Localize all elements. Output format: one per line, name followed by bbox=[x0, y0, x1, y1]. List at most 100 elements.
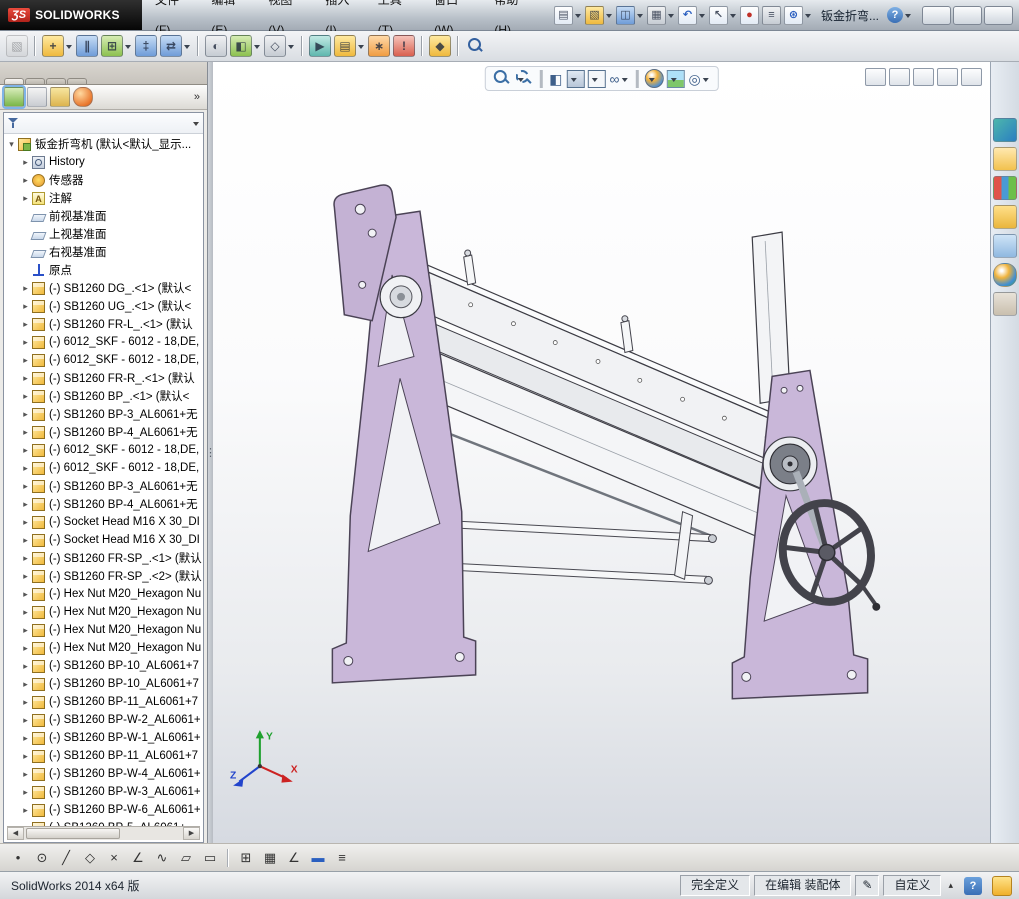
linear-component-pattern-button[interactable]: ⊞ bbox=[100, 34, 133, 58]
tree-item[interactable]: (-) 6012_SKF - 6012 - 18,DE, bbox=[4, 333, 203, 351]
reference-geometry-button[interactable]: ◇ bbox=[263, 34, 296, 58]
bill-of-materials-button[interactable]: ▤ bbox=[333, 34, 366, 58]
statusbar-expand-button[interactable]: ▴ bbox=[945, 880, 956, 891]
linear-sketch-pattern-button[interactable]: ⊞ bbox=[235, 848, 257, 868]
assembly-features-button[interactable]: ◧ bbox=[229, 34, 262, 58]
tree-filter-dropdown[interactable] bbox=[4, 113, 203, 134]
view-settings-button[interactable]: ◎ bbox=[688, 71, 711, 87]
propertymanager-tab[interactable] bbox=[27, 87, 47, 107]
tree-item[interactable]: History bbox=[4, 153, 203, 171]
spline-tool-button[interactable]: ∿ bbox=[151, 848, 173, 868]
trim-entities-button[interactable]: × bbox=[103, 848, 125, 868]
split-pane-button[interactable] bbox=[865, 68, 886, 86]
quick-tip-icon[interactable] bbox=[992, 876, 1012, 896]
configurationmanager-tab[interactable] bbox=[50, 87, 70, 107]
chevron-down-icon[interactable] bbox=[253, 42, 261, 50]
expander-icon[interactable] bbox=[20, 351, 31, 369]
help-icon[interactable]: ? bbox=[887, 7, 903, 23]
chevron-down-icon[interactable] bbox=[702, 75, 710, 83]
tree-item[interactable]: (-) SB1260 FR-L_.<1> (默认 bbox=[4, 315, 203, 333]
tree-item[interactable]: 注解 bbox=[4, 189, 203, 207]
tree-item[interactable]: 传感器 bbox=[4, 171, 203, 189]
tree-item[interactable]: (-) SB1260 BP-11_AL6061+7 bbox=[4, 747, 203, 765]
tree-item[interactable]: (-) Hex Nut M20_Hexagon Nu bbox=[4, 585, 203, 603]
tree-item[interactable]: (-) SB1260 FR-R_.<1> (默认 bbox=[4, 369, 203, 387]
tab-evaluate[interactable] bbox=[67, 78, 87, 84]
close-button[interactable] bbox=[984, 6, 1013, 25]
tree-item[interactable]: (-) 6012_SKF - 6012 - 18,DE, bbox=[4, 459, 203, 477]
expander-icon[interactable] bbox=[20, 171, 31, 189]
instant3d-button[interactable]: ◆ bbox=[428, 34, 452, 58]
doc-close-button[interactable] bbox=[961, 68, 982, 86]
expander-icon[interactable] bbox=[20, 765, 31, 783]
help-button[interactable]: ? bbox=[964, 877, 982, 895]
tree-item[interactable]: (-) SB1260 BP-3_AL6061+无 bbox=[4, 477, 203, 495]
tree-item[interactable]: (-) SB1260 BP-10_AL6061+7 bbox=[4, 657, 203, 675]
view-orientation-button[interactable] bbox=[567, 70, 585, 88]
chevron-down-icon[interactable] bbox=[183, 42, 191, 50]
view-palette-tab[interactable] bbox=[993, 234, 1017, 258]
expander-icon[interactable] bbox=[20, 549, 31, 567]
help-search-button[interactable]: ? bbox=[887, 7, 912, 23]
show-hidden-components-button[interactable]: ◐ bbox=[204, 34, 228, 58]
scrollbar-track[interactable] bbox=[24, 827, 183, 840]
chevron-down-icon[interactable] bbox=[605, 11, 613, 19]
open-document-button[interactable]: ▧ bbox=[584, 5, 614, 26]
expander-icon[interactable] bbox=[20, 495, 31, 513]
edit-component-button[interactable]: ▧ bbox=[5, 34, 29, 58]
insert-components-button[interactable]: + bbox=[41, 34, 74, 58]
tree-item[interactable]: (-) SB1260 BP-10_AL6061+7 bbox=[4, 675, 203, 693]
mate-button[interactable]: ∥ bbox=[75, 34, 99, 58]
design-library-tab[interactable] bbox=[993, 176, 1017, 200]
tree-item[interactable]: (-) Hex Nut M20_Hexagon Nu bbox=[4, 621, 203, 639]
expander-icon[interactable] bbox=[20, 441, 31, 459]
expander-icon[interactable] bbox=[20, 189, 31, 207]
zoom-to-fit-button[interactable] bbox=[492, 69, 511, 88]
tree-item[interactable]: (-) Hex Nut M20_Hexagon Nu bbox=[4, 603, 203, 621]
scroll-right-button[interactable] bbox=[183, 827, 200, 840]
four-pane-button[interactable] bbox=[889, 68, 910, 86]
line-tool-button[interactable]: ╱ bbox=[55, 848, 77, 868]
displaymanager-tab[interactable] bbox=[73, 87, 93, 107]
tree-item[interactable]: (-) Hex Nut M20_Hexagon Nu bbox=[4, 639, 203, 657]
chevron-down-icon[interactable] bbox=[357, 42, 365, 50]
sketch-chamfer-button[interactable]: ∠ bbox=[127, 848, 149, 868]
chevron-down-icon[interactable] bbox=[193, 122, 199, 129]
tree-item[interactable]: (-) SB1260 BP-W-6_AL6061+ bbox=[4, 801, 203, 819]
tree-horizontal-scrollbar[interactable] bbox=[7, 826, 200, 840]
tree-item[interactable]: 上视基准面 bbox=[4, 225, 203, 243]
tree-item[interactable]: (-) SB1260 BP-W-1_AL6061+ bbox=[4, 729, 203, 747]
tab-sketch[interactable] bbox=[46, 78, 66, 84]
tree-item[interactable]: (-) SB1260 BP-11_AL6061+7 bbox=[4, 693, 203, 711]
chevron-down-icon[interactable] bbox=[804, 11, 812, 19]
tree-item[interactable]: (-) SB1260 BP_.<1> (默认< bbox=[4, 387, 203, 405]
tree-item[interactable]: (-) SB1260 FR-SP_.<1> (默认 bbox=[4, 549, 203, 567]
tree-root-item[interactable]: 钣金折弯机 (默认<默认_显示... bbox=[4, 135, 203, 153]
exploded-view-button[interactable]: ∗ bbox=[367, 34, 391, 58]
angle-dimension-button[interactable]: ∠ bbox=[283, 848, 305, 868]
expander-icon[interactable] bbox=[20, 639, 31, 657]
apply-scene-button[interactable] bbox=[667, 70, 685, 88]
expander-icon[interactable] bbox=[20, 315, 31, 333]
print-button[interactable]: ▦ bbox=[646, 5, 676, 26]
minimize-button[interactable] bbox=[922, 6, 951, 25]
expander-icon[interactable] bbox=[20, 567, 31, 585]
tab-layout[interactable] bbox=[25, 78, 45, 84]
chevron-down-icon[interactable] bbox=[124, 42, 132, 50]
chevron-down-icon[interactable] bbox=[648, 75, 656, 83]
chevron-down-icon[interactable] bbox=[729, 11, 737, 19]
appearances-tab[interactable] bbox=[993, 263, 1017, 287]
expander-icon[interactable] bbox=[20, 621, 31, 639]
corner-rectangle-button[interactable]: ▭ bbox=[199, 848, 221, 868]
graphics-viewport[interactable]: ◧ ∞ bbox=[213, 62, 990, 843]
chevron-down-icon[interactable] bbox=[904, 11, 912, 19]
expander-icon[interactable] bbox=[20, 333, 31, 351]
tree-item[interactable]: 右视基准面 bbox=[4, 243, 203, 261]
scrollbar-thumb[interactable] bbox=[26, 828, 120, 839]
tree-item[interactable]: (-) SB1260 BP-4_AL6061+无 bbox=[4, 495, 203, 513]
expander-icon[interactable] bbox=[20, 477, 31, 495]
new-motion-study-button[interactable]: ▶ bbox=[308, 34, 332, 58]
assembly-model[interactable] bbox=[213, 62, 990, 843]
chevron-down-icon[interactable] bbox=[65, 42, 73, 50]
tree-item[interactable]: (-) SB1260 BP-4_AL6061+无 bbox=[4, 423, 203, 441]
